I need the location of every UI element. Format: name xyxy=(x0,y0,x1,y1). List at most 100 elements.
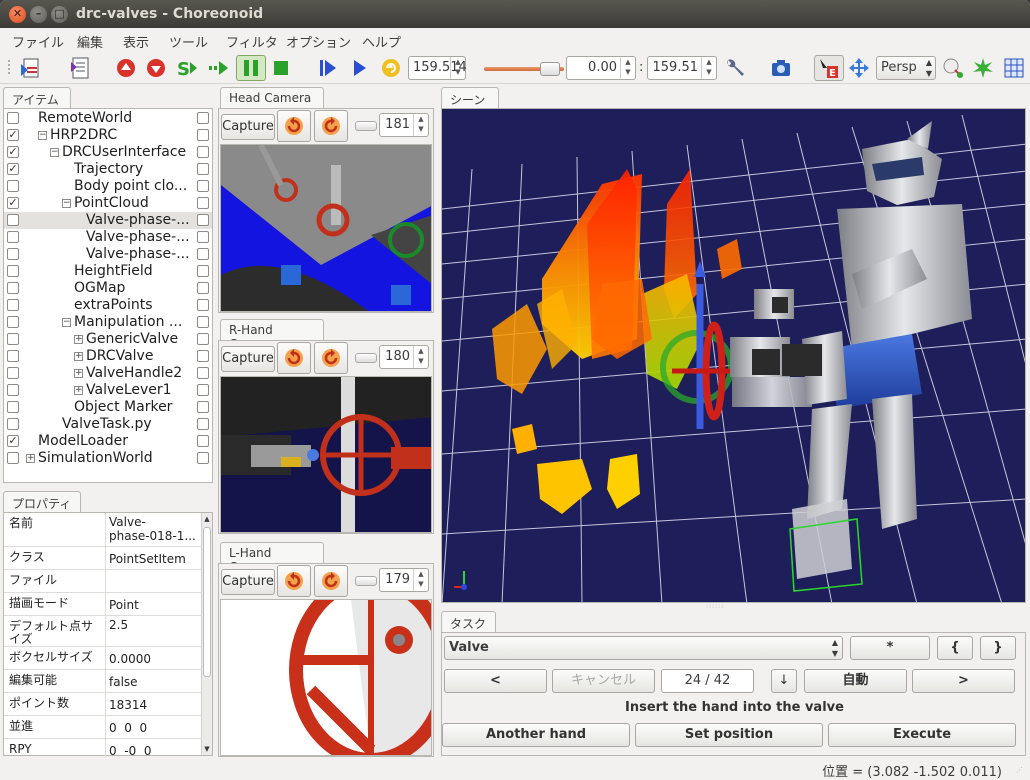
another-hand-button[interactable]: Another hand xyxy=(442,723,630,747)
down-button[interactable]: ↓ xyxy=(771,669,797,693)
load-icon[interactable] xyxy=(17,55,43,81)
execute-button[interactable]: Execute xyxy=(828,723,1016,747)
secondary-checkbox[interactable] xyxy=(197,180,209,192)
secondary-checkbox[interactable] xyxy=(197,452,209,464)
camera-slider-handle[interactable] xyxy=(355,121,377,131)
visibility-checkbox[interactable] xyxy=(7,384,19,396)
scene-splitter-handle[interactable]: :::::: xyxy=(706,603,726,610)
secondary-checkbox[interactable] xyxy=(197,231,209,243)
collapse-icon[interactable]: − xyxy=(50,148,59,157)
tree-row[interactable]: Valve-phase-... xyxy=(4,229,212,246)
tree-row[interactable]: HeightField xyxy=(4,263,212,280)
tab-camera[interactable]: L-Hand Camera xyxy=(220,542,324,574)
minimize-icon[interactable]: – xyxy=(30,6,47,23)
expand-icon[interactable]: + xyxy=(74,352,83,361)
camera-slider-handle[interactable] xyxy=(355,576,377,586)
tree-row[interactable]: OGMap xyxy=(4,280,212,297)
wrench-icon[interactable] xyxy=(722,55,748,81)
secondary-checkbox[interactable] xyxy=(197,384,209,396)
view-mode-select[interactable]: Persp ▲ ▼ xyxy=(876,56,936,80)
visibility-checkbox[interactable] xyxy=(7,350,19,362)
tree-row[interactable]: + GenericValve xyxy=(4,331,212,348)
menu-view[interactable]: 表示 xyxy=(123,32,149,51)
rotate-ccw-icon[interactable] xyxy=(277,110,311,142)
visibility-checkbox[interactable]: ✓ xyxy=(7,146,19,158)
close-icon[interactable]: ✕ xyxy=(9,6,26,23)
tree-row[interactable]: RemoteWorld xyxy=(4,110,212,127)
tree-row[interactable]: ✓ ModelLoader xyxy=(4,433,212,450)
refresh-icon[interactable] xyxy=(378,55,404,81)
secondary-checkbox[interactable] xyxy=(197,350,209,362)
play-icon[interactable] xyxy=(346,55,372,81)
next-button[interactable]: > xyxy=(912,669,1015,693)
expand-icon[interactable]: + xyxy=(26,454,35,463)
tree-row[interactable]: − Manipulation ... xyxy=(4,314,212,331)
tree-row[interactable]: ✓ Trajectory xyxy=(4,161,212,178)
move-arrows-icon[interactable] xyxy=(846,55,872,81)
visibility-checkbox[interactable] xyxy=(7,401,19,413)
visibility-checkbox[interactable] xyxy=(7,299,19,311)
tab-camera[interactable]: R-Hand Camera xyxy=(220,319,324,351)
visibility-checkbox[interactable] xyxy=(7,418,19,430)
visibility-checkbox[interactable] xyxy=(7,282,19,294)
property-row[interactable]: ポイント数 18314 xyxy=(4,693,202,716)
menu-edit[interactable]: 編集 xyxy=(77,32,103,51)
secondary-checkbox[interactable] xyxy=(197,401,209,413)
menu-tools[interactable]: ツール xyxy=(169,32,208,51)
auto-button[interactable]: 自動 xyxy=(804,669,907,693)
brace-close-button[interactable]: } xyxy=(980,636,1016,660)
secondary-checkbox[interactable] xyxy=(197,333,209,345)
collision-icon[interactable] xyxy=(940,55,966,81)
play-from-start-icon[interactable] xyxy=(315,55,341,81)
tree-row[interactable]: ✓ − DRCUserInterface xyxy=(4,144,212,161)
visibility-checkbox[interactable] xyxy=(7,231,19,243)
visibility-checkbox[interactable] xyxy=(7,452,19,464)
visibility-checkbox[interactable] xyxy=(7,112,19,124)
tab-items[interactable]: アイテム xyxy=(3,87,71,109)
visibility-checkbox[interactable] xyxy=(7,333,19,345)
upload-icon[interactable] xyxy=(113,55,139,81)
menu-help[interactable]: ヘルプ xyxy=(362,32,401,51)
rotate-cw-icon[interactable] xyxy=(314,342,348,374)
collapse-icon[interactable]: − xyxy=(38,131,47,140)
task-select[interactable]: Valve ▲ ▼ xyxy=(444,636,843,660)
visibility-checkbox[interactable] xyxy=(7,367,19,379)
camera-spinbox[interactable]: 181 ▲ ▼ xyxy=(379,113,429,137)
property-row[interactable]: ファイル xyxy=(4,570,202,593)
menu-file[interactable]: ファイル xyxy=(12,32,64,51)
visibility-checkbox[interactable] xyxy=(7,248,19,260)
sync-icon[interactable]: S xyxy=(174,55,200,81)
visibility-checkbox[interactable] xyxy=(7,180,19,192)
step-forward-icon[interactable] xyxy=(206,55,232,81)
camera-icon[interactable] xyxy=(768,55,794,81)
maximize-icon[interactable]: □ xyxy=(51,6,68,23)
prev-button[interactable]: < xyxy=(444,669,547,693)
secondary-checkbox[interactable] xyxy=(197,418,209,430)
visibility-checkbox[interactable] xyxy=(7,214,19,226)
time-slider-handle[interactable] xyxy=(540,62,560,76)
tree-row[interactable]: + DRCValve xyxy=(4,348,212,365)
property-row[interactable]: 並進 0 0 0 xyxy=(4,716,202,739)
property-row[interactable]: 描画モード Point xyxy=(4,593,202,616)
collapse-icon[interactable]: − xyxy=(62,318,71,327)
tree-row[interactable]: + ValveLever1 xyxy=(4,382,212,399)
expand-icon[interactable]: + xyxy=(74,335,83,344)
tree-row[interactable]: Object Marker xyxy=(4,399,212,416)
visibility-checkbox[interactable]: ✓ xyxy=(7,129,19,141)
menu-filter[interactable]: フィルタ xyxy=(226,32,278,51)
set-position-button[interactable]: Set position xyxy=(635,723,823,747)
grid-icon[interactable] xyxy=(1001,55,1027,81)
scroll-down-icon[interactable]: ▼ xyxy=(202,743,212,755)
secondary-checkbox[interactable] xyxy=(197,129,209,141)
secondary-checkbox[interactable] xyxy=(197,367,209,379)
tree-row[interactable]: Valve-phase-... xyxy=(4,212,212,229)
secondary-checkbox[interactable] xyxy=(197,435,209,447)
resize-grip-icon[interactable]: ⋰ xyxy=(1016,766,1026,776)
edit-mode-icon[interactable]: E xyxy=(814,55,844,81)
secondary-checkbox[interactable] xyxy=(197,214,209,226)
secondary-checkbox[interactable] xyxy=(197,248,209,260)
capture-button[interactable]: Capture xyxy=(221,346,275,372)
tab-task[interactable]: タスク xyxy=(441,611,496,633)
tree-row[interactable]: extraPoints xyxy=(4,297,212,314)
visibility-checkbox[interactable]: ✓ xyxy=(7,435,19,447)
